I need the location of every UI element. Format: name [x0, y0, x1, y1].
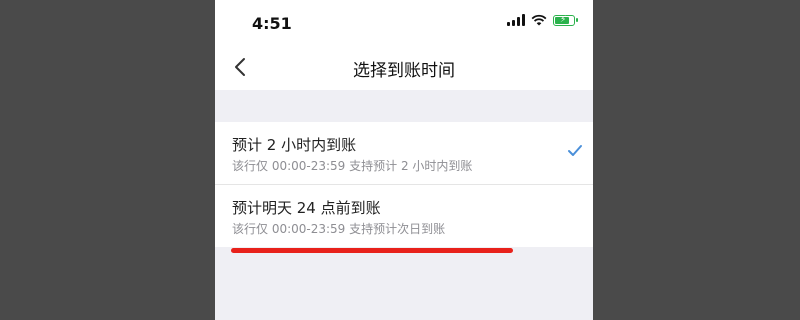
page-title: 选择到账时间: [353, 61, 455, 81]
section-gap: [215, 90, 593, 122]
option-next-day[interactable]: 预计明天 24 点前到账 该行仅 00:00-23:59 支持预计次日到账: [215, 184, 593, 247]
option-subtitle: 该行仅 00:00-23:59 支持预计 2 小时内到账: [232, 159, 473, 173]
option-title: 预计明天 24 点前到账: [232, 199, 381, 217]
status-bar: 4:51 ⚡: [215, 0, 593, 42]
signal-icon: [507, 14, 525, 26]
phone-screen: 4:51 ⚡ 选择到账时间 预计 2 小时内到账 该行仅 00:00-23:59…: [215, 0, 593, 320]
wifi-icon: [531, 14, 547, 26]
option-2-hours[interactable]: 预计 2 小时内到账 该行仅 00:00-23:59 支持预计 2 小时内到账: [215, 122, 593, 184]
arrival-time-list: 预计 2 小时内到账 该行仅 00:00-23:59 支持预计 2 小时内到账 …: [215, 122, 593, 247]
check-icon: [568, 145, 582, 156]
option-title: 预计 2 小时内到账: [232, 136, 357, 154]
status-time: 4:51: [252, 14, 292, 33]
nav-bar: 选择到账时间: [215, 42, 593, 90]
status-icons: ⚡: [507, 14, 578, 26]
battery-icon: ⚡: [553, 14, 578, 26]
highlight-underline: [231, 248, 513, 253]
option-subtitle: 该行仅 00:00-23:59 支持预计次日到账: [232, 222, 446, 236]
